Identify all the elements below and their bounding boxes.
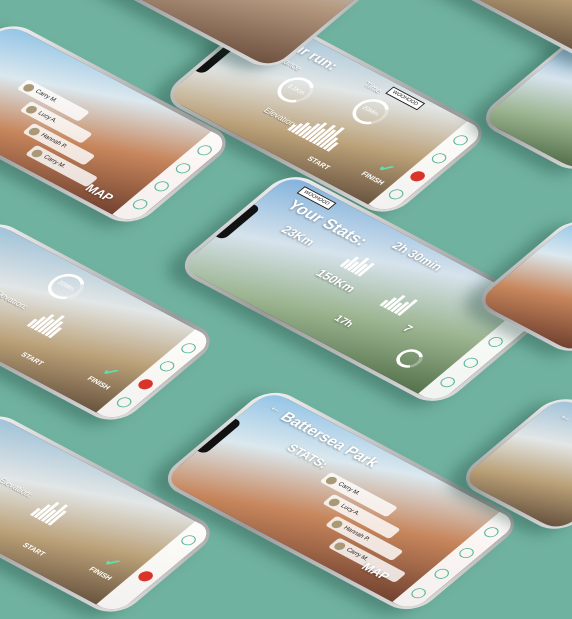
check-icon[interactable]: ✓ xyxy=(98,553,126,573)
phone-edge-right-top xyxy=(474,31,572,177)
runner-icon[interactable] xyxy=(460,355,482,370)
elevation-chart xyxy=(29,495,73,526)
search-icon[interactable] xyxy=(113,395,135,410)
time-ring: 20Min. xyxy=(344,94,397,130)
time-value: 20Min. xyxy=(360,105,382,118)
elevation-label: Elevation: xyxy=(0,476,36,499)
stats-chart-1 xyxy=(339,251,378,277)
time-ring: 20Min. xyxy=(40,269,92,304)
timer-icon[interactable] xyxy=(485,335,506,349)
runner-icon[interactable] xyxy=(151,179,172,194)
distance-value: 3.1Km xyxy=(285,83,306,97)
elevation-chart xyxy=(26,306,74,339)
user-name: Hannah P. xyxy=(341,525,371,543)
hours-stat: 17h xyxy=(331,313,356,330)
runner-icon[interactable] xyxy=(135,569,156,584)
screen-partial xyxy=(379,0,572,65)
user-name: Carry M. xyxy=(41,154,67,170)
screen-battersea-park: Carry M. Lucy A. Hannah P. Carry M. MAP xyxy=(0,23,231,225)
search-icon[interactable] xyxy=(385,187,407,202)
run-count: 7 xyxy=(399,323,415,335)
app-logo: WOOHOOD xyxy=(385,86,425,111)
phone-run-mid-left: 20Min. Elevation: START FINISH ✓ xyxy=(0,216,222,428)
home-icon[interactable] xyxy=(194,143,215,158)
phone-park-bottom: ← Battersea Park STATS: Carry M. Lucy A.… xyxy=(155,385,527,617)
progress-ring xyxy=(390,345,429,372)
timer-icon[interactable] xyxy=(428,151,450,166)
user-name: Lucy A. xyxy=(36,110,59,125)
start-button[interactable]: START xyxy=(305,156,331,172)
home-icon[interactable] xyxy=(481,525,502,540)
notch xyxy=(195,417,243,455)
home-icon[interactable] xyxy=(178,341,199,356)
user-name: Lucy A. xyxy=(338,503,362,517)
screen-your-run: WOOHOOD ← Your run: Distance Time 3.1Km … xyxy=(165,13,487,215)
distance-ring: 3.1Km xyxy=(269,72,322,108)
back-arrow-icon[interactable]: ← xyxy=(556,409,572,424)
search-icon[interactable] xyxy=(408,586,429,601)
notch xyxy=(214,203,262,241)
user-name: Hannah P. xyxy=(38,132,69,150)
start-button[interactable]: START xyxy=(20,542,46,558)
check-icon[interactable]: ✓ xyxy=(96,362,124,382)
runner-icon[interactable] xyxy=(135,377,156,392)
timer-icon[interactable] xyxy=(456,546,477,560)
screen-your-run: Elevation: START FINISH ✓ xyxy=(0,413,215,615)
screen-partial xyxy=(480,36,572,172)
time-value: 20Min. xyxy=(55,280,77,293)
user-name: Carry M. xyxy=(33,88,59,104)
bottom-nav xyxy=(392,511,520,613)
home-icon[interactable] xyxy=(450,133,471,148)
search-icon[interactable] xyxy=(129,197,151,212)
stats-chart-2 xyxy=(379,290,418,316)
start-button[interactable]: START xyxy=(19,352,45,368)
screen-battersea-park: ← Battersea Park STATS: Carry M. Lucy A.… xyxy=(162,389,520,613)
elevation-chart xyxy=(287,109,353,152)
home-icon[interactable] xyxy=(178,533,199,548)
runner-icon[interactable] xyxy=(407,169,428,184)
bottom-nav xyxy=(112,131,231,225)
timer-icon[interactable] xyxy=(156,359,178,374)
runner-icon[interactable] xyxy=(431,566,452,581)
phone-edge-top-strip-right xyxy=(372,0,572,70)
user-name: Carry M. xyxy=(344,547,370,563)
user-name: Carry M. xyxy=(335,481,362,497)
timer-icon[interactable] xyxy=(172,161,194,176)
phone-park-top-left: Carry M. Lucy A. Hannah P. Carry M. MAP xyxy=(0,18,238,230)
total-time: 2h 30min xyxy=(388,239,447,274)
phone-run-bottom-left: Elevation: START FINISH ✓ xyxy=(0,408,222,619)
screen-your-run: 20Min. Elevation: START FINISH ✓ xyxy=(0,221,215,423)
distance-stat-1: 23Km xyxy=(277,223,319,249)
time-label: Time xyxy=(361,80,385,95)
search-icon[interactable] xyxy=(437,375,458,390)
elevation-label: Elevation: xyxy=(0,288,31,311)
check-icon[interactable]: ✓ xyxy=(372,158,400,178)
